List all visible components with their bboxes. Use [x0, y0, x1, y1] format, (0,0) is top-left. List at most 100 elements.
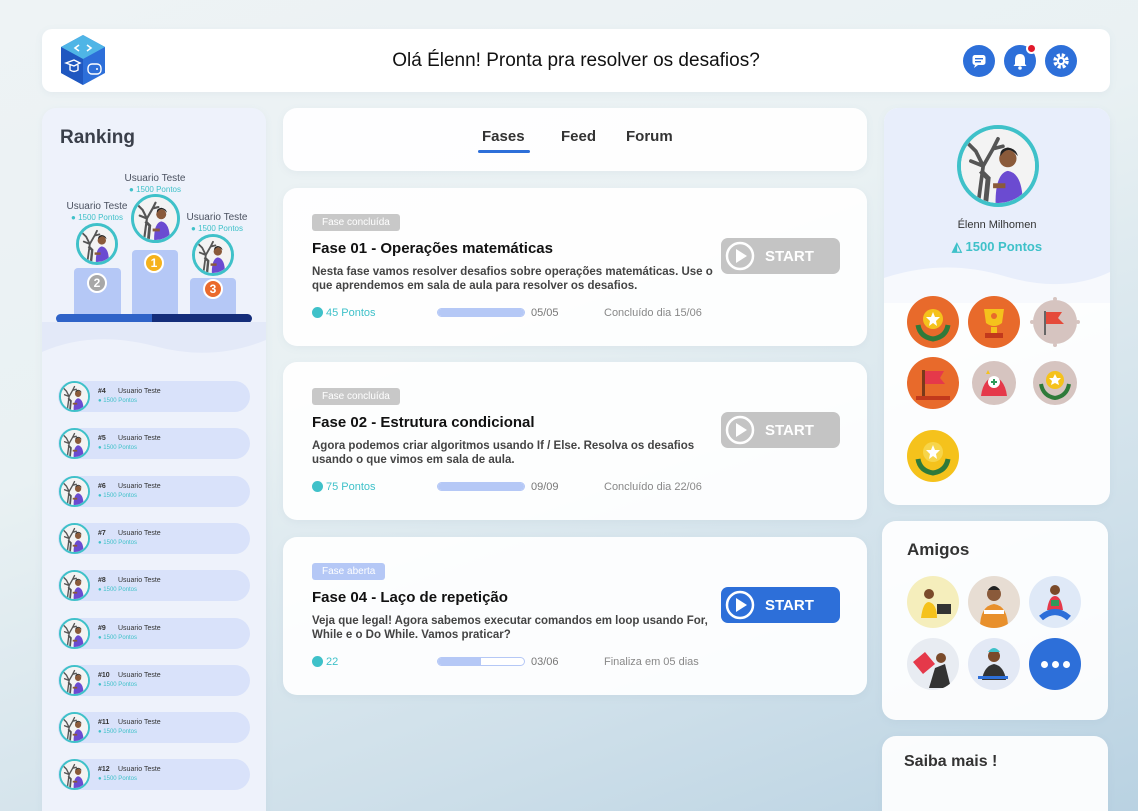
phase-points: 22	[326, 656, 339, 668]
ranking-position: #10	[98, 671, 110, 679]
active-tab-indicator	[478, 150, 530, 153]
friend-avatar[interactable]	[968, 576, 1020, 628]
phase-status-badge: Fase concluída	[312, 388, 400, 405]
ranking-user-name: Usuario Teste	[118, 766, 161, 774]
notification-bell-icon[interactable]	[1004, 43, 1037, 77]
phase-progress-bar	[437, 308, 525, 317]
badge-star-medal-icon[interactable]	[906, 295, 960, 349]
ranking-avatar	[59, 428, 90, 460]
learn-more-card[interactable]: Saiba mais !	[882, 736, 1108, 811]
ranking-user-points: ● 1500 Pontos	[98, 634, 137, 641]
ranking-list-item[interactable]: #7 Usuario Teste ● 1500 Pontos	[58, 522, 250, 554]
phase-card: Fase concluída Fase 02 - Estrutura condic…	[283, 362, 867, 520]
phase-description: Nesta fase vamos resolver desafios sobre…	[312, 266, 713, 292]
podium-first-label: Usuario Teste ● 1500 Pontos	[114, 173, 196, 195]
ranking-list-item[interactable]: #5 Usuario Teste ● 1500 Pontos	[58, 428, 250, 460]
phase-deadline-status: Concluído dia 22/06	[604, 481, 702, 493]
badge-star-laurel-icon[interactable]	[1028, 356, 1082, 410]
ranking-avatar	[59, 617, 90, 649]
ranking-avatar	[59, 759, 90, 791]
tab-feed[interactable]: Feed	[561, 128, 596, 145]
ranking-position: #4	[98, 388, 106, 395]
phase-progress-fill	[438, 483, 524, 490]
profile-points: ◭ 1500 Pontos	[884, 239, 1110, 255]
podium-first-avatar[interactable]	[131, 194, 180, 243]
ranking-list-item[interactable]: #11 Usuario Teste ● 1500 Pontos	[58, 712, 250, 744]
chat-icon[interactable]	[963, 45, 995, 77]
profile-avatar[interactable]	[957, 125, 1039, 207]
badge-gold-laurel-icon[interactable]	[906, 429, 960, 483]
phase-start-button[interactable]: START	[721, 238, 840, 274]
play-icon	[725, 241, 755, 271]
badge-flag-icon[interactable]	[1028, 295, 1082, 349]
phase-description: Veja que legal! Agora sabemos executar c…	[312, 615, 708, 641]
ranking-user-name: Usuario Teste	[118, 624, 161, 632]
ranking-user-points: ● 1500 Pontos	[98, 445, 137, 452]
podium-third-name: Usuario Teste	[186, 212, 248, 223]
badge-trophy-icon[interactable]	[967, 295, 1021, 349]
ranking-user-points: ● 1500 Pontos	[98, 539, 137, 546]
medal-second: 2	[87, 273, 107, 293]
tab-fases[interactable]: Fases	[482, 128, 525, 145]
medal-third: 3	[203, 279, 223, 299]
podium-third-avatar[interactable]	[192, 234, 234, 276]
profile-name: Élenn Milhomen	[957, 219, 1037, 231]
phase-start-button[interactable]: START	[721, 412, 840, 448]
podium-second-avatar[interactable]	[76, 223, 118, 265]
points-dot-icon	[312, 656, 323, 667]
podium-second-name: Usuario Teste	[66, 201, 128, 212]
settings-gear-icon[interactable]	[1045, 45, 1077, 77]
ranking-position: #11	[98, 719, 110, 727]
learn-more-title: Saiba mais !	[904, 753, 998, 770]
ranking-list-item[interactable]: #9 Usuario Teste ● 1500 Pontos	[58, 617, 250, 649]
ranking-list-item[interactable]: #12 Usuario Teste ● 1500 Pontos	[58, 759, 250, 791]
ranking-user-name: Usuario Teste	[118, 435, 161, 443]
badge-flag-orange-icon[interactable]	[906, 356, 960, 410]
ranking-user-points: ● 1500 Pontos	[98, 492, 137, 499]
ranking-avatar	[59, 522, 90, 554]
phase-title: Fase 02 - Estrutura condicional	[312, 414, 535, 431]
ranking-position: #8	[98, 577, 106, 585]
ranking-user-name: Usuario Teste	[118, 719, 161, 727]
phase-card: Fase aberta Fase 04 - Laço de repetição Ve…	[283, 537, 867, 695]
badge-rocket-icon[interactable]	[967, 356, 1021, 410]
ranking-avatar	[59, 712, 90, 744]
ranking-avatar	[59, 664, 90, 696]
phase-card: Fase concluída Fase 01 - Operações matemá…	[283, 188, 867, 346]
tab-forum[interactable]: Forum	[626, 128, 673, 145]
podium-second-label: Usuario Teste ● 1500 Pontos	[61, 201, 133, 223]
phase-deadline-status: Concluído dia 15/06	[604, 307, 702, 319]
friend-avatar[interactable]	[907, 638, 959, 690]
ranking-user-name: Usuario Teste	[118, 388, 161, 395]
friend-avatar[interactable]	[968, 638, 1020, 690]
ranking-user-points: ● 1500 Pontos	[98, 729, 137, 736]
start-label: START	[765, 247, 814, 265]
ranking-avatar	[59, 381, 90, 412]
friends-title: Amigos	[907, 540, 970, 559]
phase-progress-count: 09/09	[531, 481, 559, 493]
more-friends-button[interactable]	[1029, 638, 1081, 690]
ranking-list-item[interactable]: #10 Usuario Teste ● 1500 Pontos	[58, 664, 250, 696]
ranking-list-item[interactable]: #4 Usuario Teste ● 1500 Pontos	[58, 381, 250, 412]
phase-status-badge: Fase aberta	[312, 563, 386, 580]
ranking-list-item[interactable]: #6 Usuario Teste ● 1500 Pontos	[58, 475, 250, 507]
friend-avatar[interactable]	[907, 576, 959, 628]
phase-progress-bar	[437, 482, 525, 491]
tabs-bar: Fases Feed Forum	[283, 108, 867, 171]
phase-deadline-status: Finaliza em 05 dias	[604, 656, 699, 668]
ranking-user-name: Usuario Teste	[118, 577, 161, 585]
friends-card: Amigos	[882, 521, 1108, 720]
profile-points-value: 1500 Pontos	[965, 239, 1043, 254]
ranking-user-name: Usuario Teste	[118, 482, 161, 490]
points-dot-icon	[312, 307, 323, 318]
phase-progress-fill	[438, 658, 481, 665]
friend-avatar[interactable]	[1029, 576, 1081, 628]
phase-start-button[interactable]: START	[721, 587, 840, 623]
ranking-position: #7	[98, 529, 106, 537]
ranking-user-points: ● 1500 Pontos	[98, 776, 137, 783]
ranking-list-item[interactable]: #8 Usuario Teste ● 1500 Pontos	[58, 570, 250, 602]
start-label: START	[765, 421, 814, 439]
phase-description: Agora podemos criar algoritmos usando If…	[312, 440, 695, 466]
phase-status-badge: Fase concluída	[312, 214, 400, 231]
ranking-position: #12	[98, 766, 110, 774]
